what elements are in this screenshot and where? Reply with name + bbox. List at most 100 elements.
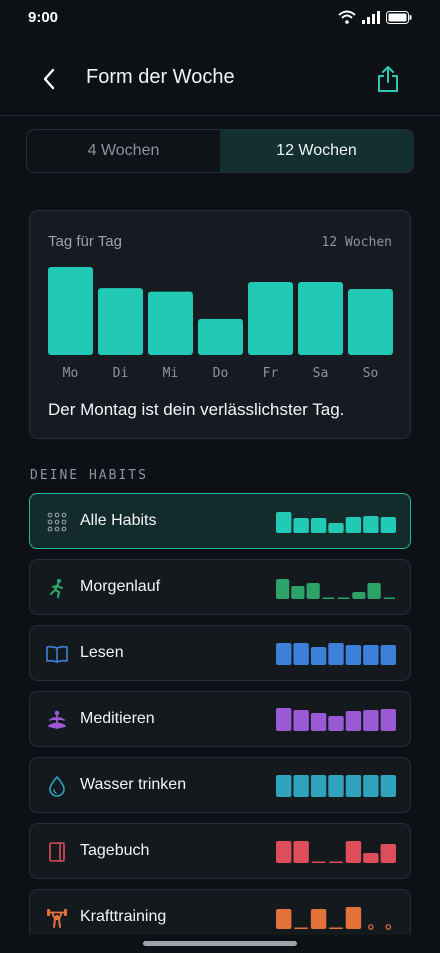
sparkline-pending-dot [368,924,374,930]
sparkline-bar [380,709,396,731]
habit-week-sparkline [276,579,395,599]
sparkline-bar [380,844,396,863]
water-drop-icon [46,775,68,797]
sparkline-bar [276,775,292,797]
sparkline-bar [293,710,309,731]
habit-week-sparkline [276,643,396,665]
segment-4-weeks[interactable]: 4 Wochen [27,130,220,172]
sparkline-bar [380,775,396,797]
weightlifter-icon [46,907,68,929]
habit-row[interactable]: Morgenlauf [29,559,411,615]
chart-bar-so [348,289,393,355]
sparkline-empty-mark [322,597,334,599]
battery-icon [386,10,412,24]
habit-week-sparkline [276,841,396,863]
sparkline-bar [306,583,320,599]
chart-tick-label: So [363,366,379,381]
habit-row[interactable]: Wasser trinken [29,757,411,813]
range-segmented-control: 4 Wochen 12 Wochen [26,129,414,173]
sparkline-bar [310,647,327,665]
grid-dots-icon [46,511,68,533]
sparkline-empty-mark [311,861,326,863]
chevron-left-icon [43,68,55,90]
sparkline-bar [363,645,379,665]
habit-label: Wasser trinken [80,776,187,793]
sparkline-bar [291,586,305,599]
chart-bar-fr [248,281,293,355]
sparkline-bar [345,711,362,731]
sparkline-bar [328,775,344,797]
habit-row[interactable]: Meditieren [29,691,411,747]
chart-tick-label: Do [213,366,229,381]
sparkline-bar [380,517,396,533]
habit-row[interactable]: Lesen [29,625,411,681]
habit-label: Krafttraining [80,908,167,925]
home-indicator [143,941,297,946]
journal-icon [46,841,68,863]
sparkline-bar [345,517,362,533]
chart-tick-label: Mi [163,366,179,381]
sparkline-bar [276,579,290,599]
sparkline-empty-mark [329,861,343,863]
sparkline-bar [276,512,292,533]
chart-tick-label: Mo [63,366,79,381]
sparkline-bar [328,643,344,665]
sparkline-bar [363,710,379,731]
open-book-icon [46,643,68,665]
habit-label: Morgenlauf [80,578,161,595]
chart-bar-mi [148,291,193,355]
sparkline-bar [363,516,379,533]
signal-icon [362,10,380,24]
page-title: Form der Woche [86,66,235,88]
chart-bar-mo [48,267,93,355]
sparkline-bar [328,716,344,731]
habit-row[interactable]: Alle Habits [29,493,411,549]
habit-week-sparkline [276,907,392,930]
sparkline-bar [345,645,362,665]
chart-tick-label: Sa [313,366,329,381]
status-bar: 9:00 [0,0,440,36]
weekday-card: Tag für Tag 12 Wochen Mo Di Mi Do Fr Sa So Der… [29,210,411,439]
sparkline-empty-mark [383,597,395,599]
sparkline-bar [293,518,309,533]
sparkline-bar [310,909,327,929]
sparkline-empty-mark [294,927,308,929]
sparkline-bar [380,645,396,665]
sparkline-bar [363,853,379,863]
header-divider [0,115,440,116]
app-header: Form der Woche [0,48,440,108]
sparkline-bar [310,775,327,797]
sparkline-bar [293,643,309,665]
wifi-icon [338,10,356,24]
habit-week-sparkline [276,708,396,731]
habit-week-sparkline [276,512,396,533]
chart-tick-label: Fr [263,366,279,381]
sparkline-bar [276,643,292,665]
sparkline-bar [276,841,292,863]
habit-label: Lesen [80,644,124,661]
share-icon [378,66,398,92]
sparkline-bar [345,907,362,929]
habit-row[interactable]: Tagebuch [29,823,411,879]
back-button[interactable] [32,62,66,96]
sparkline-bar [310,713,327,731]
habit-week-sparkline [276,775,396,797]
sparkline-bar [352,592,366,599]
share-button[interactable] [372,62,404,96]
habit-label: Alle Habits [80,512,157,529]
habit-label: Meditieren [80,710,155,727]
running-person-icon [46,577,68,599]
chart-tick-label: Di [113,366,129,381]
sparkline-empty-mark [329,927,343,929]
sparkline-bar [328,523,344,533]
status-icons [338,10,412,24]
segment-12-weeks[interactable]: 12 Wochen [220,130,413,172]
section-label: DEINE HABITS [30,468,148,483]
chart-bar-di [98,288,143,355]
card-summary: Der Montag ist dein verlässlichster Tag. [48,400,345,419]
sparkline-pending-dot [385,924,392,930]
sparkline-bar [276,909,292,929]
sparkline-bar [310,518,327,533]
sparkline-bar [363,775,379,797]
sparkline-bar [293,841,309,863]
